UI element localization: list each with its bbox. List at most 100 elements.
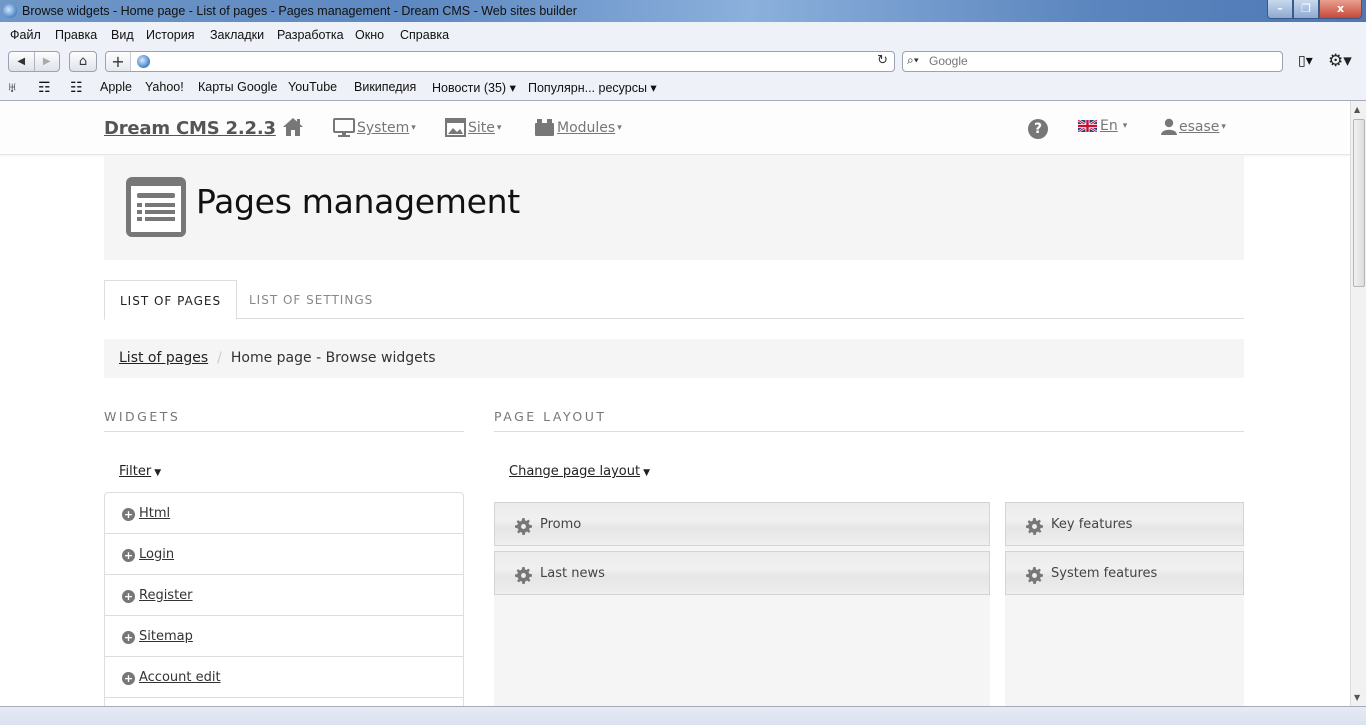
user-label: esase: [1179, 118, 1220, 135]
menu-bookmarks[interactable]: Закладки: [210, 28, 264, 42]
widget-item-login[interactable]: + Login: [105, 534, 463, 575]
widget-label[interactable]: Html: [139, 493, 170, 534]
bookmark-item[interactable]: Apple: [100, 80, 132, 94]
bookmark-item[interactable]: Yahoo!: [145, 80, 184, 94]
scrollbar-thumb[interactable]: [1353, 119, 1365, 287]
settings-menu-icon[interactable]: ⚙▾: [1328, 51, 1352, 71]
user-icon: [1161, 118, 1177, 135]
chevron-down-icon: ▼: [154, 468, 162, 478]
browser-toolbar: ◀ ▶ ⌂ + ↻ ⌕▾ ▯▾ ⚙▾: [0, 48, 1366, 76]
search-icon[interactable]: ⌕▾: [907, 53, 919, 68]
menu-window[interactable]: Окно: [355, 28, 384, 42]
widget-item-register[interactable]: + Register: [105, 575, 463, 616]
home-button[interactable]: ⌂: [69, 51, 97, 72]
widget-item-sitemap[interactable]: + Sitemap: [105, 616, 463, 657]
chevron-down-icon: ▼: [643, 468, 650, 478]
scroll-up-arrow-icon[interactable]: ▲: [1354, 105, 1360, 114]
menu-history[interactable]: История: [146, 28, 194, 42]
gear-icon[interactable]: [515, 517, 532, 535]
menu-develop[interactable]: Разработка: [277, 28, 344, 42]
bookmark-folder[interactable]: Популярн... ресурсы ▾: [528, 80, 657, 95]
page-layout-divider: [494, 431, 1244, 432]
uk-flag-icon: [1078, 120, 1097, 132]
widgets-section-title: WIDGETS: [104, 409, 181, 424]
layout-widget-label: Key features: [1051, 516, 1133, 532]
bookmark-item[interactable]: Википедия: [354, 80, 416, 94]
add-circle-icon: +: [122, 631, 135, 644]
page-menu-icon[interactable]: ▯▾: [1298, 53, 1313, 69]
new-tab-button[interactable]: +: [106, 52, 131, 71]
widget-label[interactable]: Login: [139, 534, 174, 575]
bookmarks-icon[interactable]: ☶: [38, 79, 51, 96]
gear-icon[interactable]: [1026, 517, 1043, 535]
chevron-down-icon: ▾: [496, 122, 502, 133]
menu-view[interactable]: Вид: [111, 28, 134, 42]
widget-item-html[interactable]: + Html: [105, 493, 463, 534]
breadcrumb-link-list-of-pages[interactable]: List of pages: [119, 350, 208, 366]
bookmark-item[interactable]: Карты Google: [198, 80, 277, 94]
bookmark-folder[interactable]: Новости (35) ▾: [432, 80, 516, 95]
tab-list-of-settings[interactable]: LIST OF SETTINGS: [234, 280, 388, 320]
widget-list: + Html + Login + Register + Sitemap + Ac…: [104, 492, 464, 706]
widget-label[interactable]: Register: [139, 575, 193, 616]
layout-widget-key-features[interactable]: Key features: [1005, 502, 1244, 546]
home-icon[interactable]: [282, 116, 304, 138]
layout-widget-system-features[interactable]: System features: [1005, 551, 1244, 595]
layout-widget-label: System features: [1051, 565, 1158, 581]
minimize-button[interactable]: –: [1267, 0, 1293, 19]
nav-modules[interactable]: Modules ▾: [534, 118, 622, 137]
vertical-scrollbar[interactable]: ▲ ▼: [1350, 101, 1366, 706]
close-button[interactable]: x: [1319, 0, 1362, 19]
menu-help[interactable]: Справка: [400, 28, 449, 42]
widget-label[interactable]: Sitemap: [139, 616, 193, 657]
top-sites-icon[interactable]: ☷: [70, 79, 83, 96]
widget-item-account-edit[interactable]: + Account edit: [105, 657, 463, 698]
reading-list-icon[interactable]: ♅: [7, 79, 18, 95]
reload-icon[interactable]: ↻: [877, 53, 888, 68]
menu-edit[interactable]: Правка: [55, 28, 97, 42]
chevron-down-icon: ▾: [617, 122, 622, 133]
layout-widget-label: Promo: [540, 516, 582, 532]
tab-list-of-pages[interactable]: LIST OF PAGES: [104, 280, 238, 320]
widget-label[interactable]: Account edit: [139, 657, 221, 698]
browser-globe-icon: [3, 4, 17, 18]
breadcrumb: List of pages / Home page - Browse widgets: [104, 339, 1244, 378]
search-bar[interactable]: ⌕▾: [902, 51, 1283, 72]
bookmarks-bar: ♅ ☶ ☷ Apple Yahoo! Карты Google YouTube …: [0, 76, 1366, 101]
gear-icon[interactable]: [1026, 566, 1043, 584]
chevron-down-icon: ▾: [411, 123, 416, 133]
page-layout-section-title: PAGE LAYOUT: [494, 409, 607, 424]
page-header: Pages management: [104, 155, 1244, 260]
bookmark-item[interactable]: YouTube: [288, 80, 337, 94]
nav-site-label: Site: [468, 119, 495, 136]
cms-navbar: Dream CMS 2.2.3 System ▾ Site ▾ Modules …: [0, 101, 1350, 155]
brand-link[interactable]: Dream CMS 2.2.3: [104, 118, 276, 139]
nav-system-label: System: [357, 120, 410, 136]
add-circle-icon: +: [122, 590, 135, 603]
filter-dropdown[interactable]: Filter ▼: [119, 464, 161, 479]
page-viewport: Dream CMS 2.2.3 System ▾ Site ▾ Modules …: [0, 101, 1350, 706]
widgets-divider: [104, 431, 464, 432]
chevron-down-icon: ▾: [1122, 121, 1128, 131]
search-input[interactable]: [929, 54, 1269, 68]
nav-system[interactable]: System ▾: [333, 118, 416, 138]
scroll-down-arrow-icon[interactable]: ▼: [1354, 693, 1360, 702]
help-icon[interactable]: ?: [1028, 119, 1048, 139]
restore-button[interactable]: ❐: [1293, 0, 1319, 19]
layout-widget-last-news[interactable]: Last news: [494, 551, 990, 595]
nav-modules-label: Modules: [557, 119, 616, 136]
nav-site[interactable]: Site ▾: [445, 118, 501, 137]
pages-list-icon: [126, 177, 186, 237]
window-title: Browse widgets - Home page - List of pag…: [22, 4, 577, 18]
forward-button[interactable]: ▶: [33, 52, 60, 71]
user-dropdown[interactable]: esase ▾: [1161, 118, 1226, 135]
menu-file[interactable]: Файл: [10, 28, 41, 42]
gear-icon[interactable]: [515, 566, 532, 584]
nav-buttons: ◀ ▶: [8, 51, 60, 72]
status-bar: [0, 706, 1366, 725]
change-layout-dropdown[interactable]: Change page layout ▼: [509, 464, 650, 479]
back-button[interactable]: ◀: [9, 52, 34, 71]
language-dropdown[interactable]: En ▾: [1078, 118, 1127, 134]
address-bar[interactable]: + ↻: [105, 51, 895, 72]
layout-widget-promo[interactable]: Promo: [494, 502, 990, 546]
